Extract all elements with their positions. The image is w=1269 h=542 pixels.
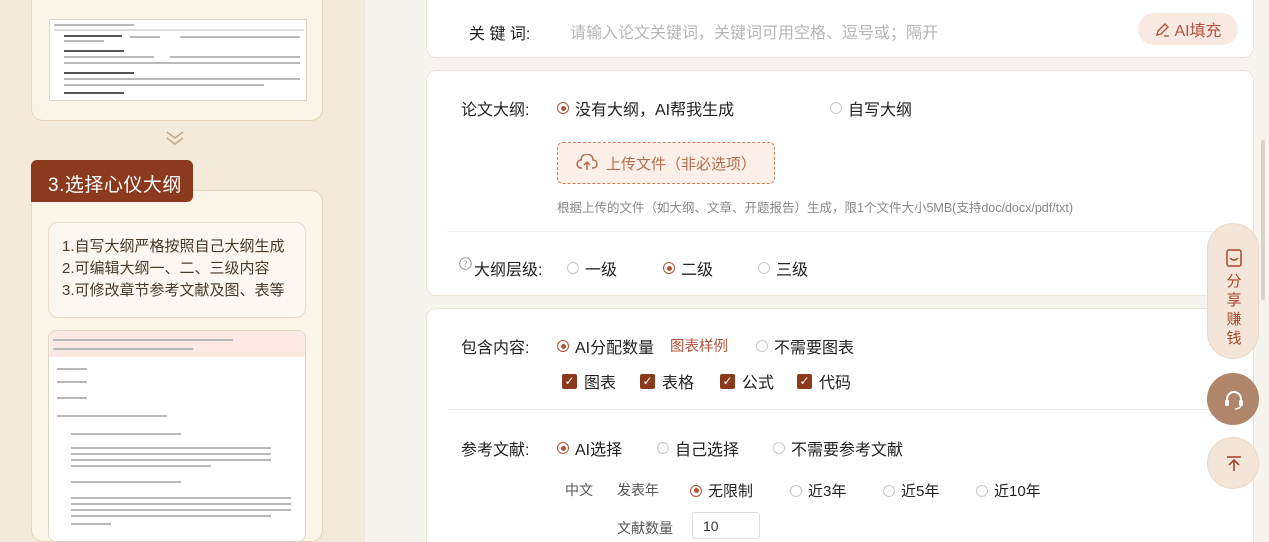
year-option-3[interactable]: 近3年 (790, 480, 846, 501)
divider (447, 409, 1237, 410)
share-text: 钱 (1226, 330, 1242, 347)
check-table[interactable]: ✓ 表格 (640, 369, 694, 393)
level-option-3[interactable]: 三级 (758, 256, 808, 280)
radio-icon (657, 442, 669, 454)
share-text: 赚 (1226, 311, 1242, 328)
share-earn-button[interactable]: 分 享 赚 钱 (1207, 223, 1259, 359)
radio-checked-icon (557, 102, 569, 114)
chart-sample-link[interactable]: 图表样例 (670, 335, 728, 356)
ref-count-label: 文献数量 (617, 520, 673, 536)
radio-icon (883, 484, 895, 497)
refs-option-self[interactable]: 自己选择 (657, 436, 739, 460)
help-icon[interactable]: ? (459, 257, 472, 270)
radio-icon (567, 262, 579, 274)
ai-fill-button[interactable]: AI填充 (1138, 13, 1238, 45)
checkbox-checked-icon: ✓ (720, 373, 735, 389)
step-title: 3.选择心仪大纲 (31, 160, 193, 202)
level-option-1[interactable]: 一级 (567, 256, 617, 280)
ref-count-input[interactable]: 10 (692, 512, 760, 539)
radio-icon (758, 262, 770, 274)
outline-option-self[interactable]: 自写大纲 (830, 96, 912, 120)
check-formula[interactable]: ✓ 公式 (720, 369, 774, 393)
radio-icon (773, 442, 785, 454)
radio-checked-icon (557, 442, 569, 454)
step-feature-list: 1.自写大纲严格按照自己大纲生成 2.可编辑大纲一、二、三级内容 3.可修改章节… (48, 222, 306, 318)
check-code[interactable]: ✓ 代码 (797, 369, 851, 393)
arrow-up-icon (1227, 456, 1241, 471)
checkbox-checked-icon: ✓ (797, 373, 812, 389)
svg-text:?: ? (463, 260, 468, 270)
feature-item: 1.自写大纲严格按照自己大纲生成 (62, 238, 285, 255)
refs-label: 参考文献: (461, 442, 530, 459)
radio-icon (790, 484, 802, 497)
content-option-none[interactable]: 不需要图表 (756, 334, 854, 358)
scrollbar[interactable] (1261, 140, 1265, 300)
ai-pen-icon (1156, 22, 1170, 37)
refs-option-none[interactable]: 不需要参考文献 (773, 436, 903, 460)
year-label: 发表年 (617, 482, 659, 498)
outline-option-ai[interactable]: 没有大纲，AI帮我生成 (557, 96, 734, 120)
feature-item: 2.可编辑大纲一、二、三级内容 (62, 260, 270, 277)
share-text: 分 (1226, 273, 1242, 290)
refs-lang-label: 中文 (565, 482, 593, 498)
radio-icon (976, 484, 988, 497)
radio-icon (830, 102, 842, 114)
customer-service-button[interactable] (1207, 373, 1259, 425)
radio-icon (756, 340, 768, 352)
content-panel: 包含内容: AI分配数量 图表样例 不需要图表 ✓ 图表 ✓ 表格 ✓ 公式 ✓… (426, 308, 1254, 542)
radio-checked-icon (663, 262, 675, 274)
content-label: 包含内容: (461, 340, 530, 357)
outline-preview-thumbnail (48, 330, 306, 542)
back-to-top-button[interactable] (1207, 437, 1259, 489)
keywords-input[interactable]: 请输入论文关键词，关键词可用空格、逗号或；隔开 (570, 19, 938, 43)
chevron-down-icon (166, 131, 184, 145)
keywords-label: 关 键 词: (469, 26, 531, 43)
checkbox-checked-icon: ✓ (562, 373, 577, 389)
refs-option-ai[interactable]: AI选择 (557, 436, 622, 460)
outline-level-label: 大纲层级: (474, 262, 543, 279)
year-option-10[interactable]: 近10年 (976, 480, 1041, 501)
upload-file-button[interactable]: 上传文件（非必选项） (557, 142, 775, 184)
cloud-upload-icon (576, 154, 598, 170)
upload-hint: 根据上传的文件（如大纲、文章、开题报告）生成，限1个文件大小5MB(支持doc/… (557, 201, 1074, 215)
outline-label: 论文大纲: (461, 102, 530, 119)
level-option-2[interactable]: 二级 (663, 256, 713, 280)
share-icon (1226, 249, 1242, 267)
check-chart[interactable]: ✓ 图表 (562, 369, 616, 393)
outline-panel: 论文大纲: 没有大纲，AI帮我生成 自写大纲 上传文件（非必选项） 根据上传的文… (426, 70, 1254, 296)
content-option-ai[interactable]: AI分配数量 (557, 334, 654, 358)
year-option-5[interactable]: 近5年 (883, 480, 939, 501)
preview-thumbnail (49, 19, 307, 101)
ai-fill-label: AI填充 (1174, 23, 1222, 40)
year-option-all[interactable]: 无限制 (690, 480, 753, 501)
radio-checked-icon (690, 484, 702, 497)
left-sidebar: 3.选择心仪大纲 1.自写大纲严格按照自己大纲生成 2.可编辑大纲一、二、三级内… (0, 0, 365, 542)
headset-icon (1225, 391, 1243, 410)
share-text: 享 (1226, 292, 1242, 309)
step-card-previous (31, 0, 323, 121)
checkbox-checked-icon: ✓ (640, 373, 655, 389)
keywords-panel: 关 键 词: 请输入论文关键词，关键词可用空格、逗号或；隔开 AI填充 (426, 0, 1254, 58)
divider (447, 231, 1237, 232)
radio-checked-icon (557, 340, 569, 352)
feature-item: 3.可修改章节参考文献及图、表等 (62, 282, 285, 299)
